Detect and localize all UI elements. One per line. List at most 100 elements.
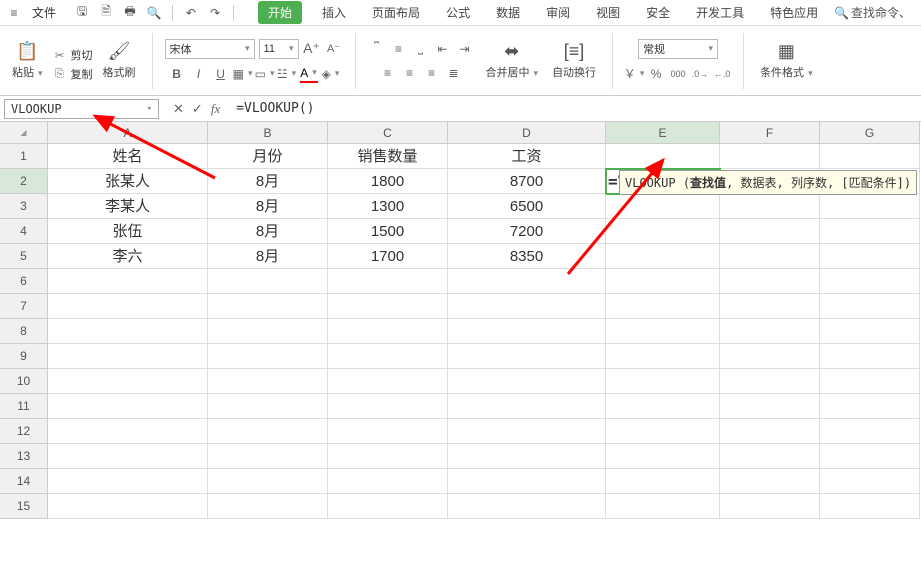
cell[interactable] bbox=[720, 494, 820, 519]
cell[interactable] bbox=[48, 294, 208, 319]
print-preview-icon[interactable]: 🔍 bbox=[146, 5, 162, 21]
name-box[interactable]: VLOOKUP ▾ bbox=[4, 99, 159, 119]
cut-button[interactable]: ✂剪切 bbox=[53, 47, 93, 63]
valign-top-icon[interactable]: ⎴ bbox=[368, 40, 386, 58]
valign-bottom-icon[interactable]: ⎵ bbox=[412, 40, 430, 58]
row-header[interactable]: 6 bbox=[0, 269, 48, 294]
fx-icon[interactable]: fx bbox=[211, 101, 220, 117]
cell[interactable] bbox=[448, 469, 606, 494]
col-header-f[interactable]: F bbox=[720, 122, 820, 144]
decrease-font-icon[interactable]: A⁻ bbox=[325, 40, 343, 58]
highlight-button[interactable]: ☳▾ bbox=[278, 65, 296, 83]
cell[interactable] bbox=[448, 269, 606, 294]
cell[interactable] bbox=[720, 294, 820, 319]
tab-special[interactable]: 特色应用 bbox=[764, 1, 824, 24]
format-painter-button[interactable]: 🖌 格式刷 bbox=[99, 39, 140, 82]
cell[interactable] bbox=[820, 319, 920, 344]
align-left-icon[interactable]: ≡ bbox=[379, 64, 397, 82]
cell[interactable] bbox=[48, 344, 208, 369]
cell[interactable] bbox=[720, 319, 820, 344]
cell[interactable] bbox=[48, 319, 208, 344]
cell[interactable] bbox=[208, 394, 328, 419]
cell[interactable] bbox=[820, 469, 920, 494]
cell[interactable] bbox=[328, 344, 448, 369]
tab-formula[interactable]: 公式 bbox=[440, 1, 476, 24]
merge-center-button[interactable]: ⬌ 合并居中▾ bbox=[482, 39, 543, 82]
row-header[interactable]: 14 bbox=[0, 469, 48, 494]
cell[interactable] bbox=[606, 369, 720, 394]
tab-security[interactable]: 安全 bbox=[640, 1, 676, 24]
cell[interactable] bbox=[820, 394, 920, 419]
align-center-icon[interactable]: ≡ bbox=[401, 64, 419, 82]
cell[interactable] bbox=[208, 494, 328, 519]
tab-review[interactable]: 审阅 bbox=[540, 1, 576, 24]
cell[interactable]: 张伍 bbox=[48, 219, 208, 244]
fill-color-button[interactable]: ▦▾ bbox=[234, 65, 252, 83]
cell[interactable] bbox=[448, 419, 606, 444]
cell[interactable] bbox=[606, 294, 720, 319]
save-as-icon[interactable]: 🗎 bbox=[98, 5, 114, 21]
cell[interactable] bbox=[48, 269, 208, 294]
row-header[interactable]: 2 bbox=[0, 169, 48, 194]
indent-decrease-icon[interactable]: ⇤ bbox=[434, 40, 452, 58]
cell[interactable] bbox=[606, 344, 720, 369]
cell[interactable] bbox=[448, 319, 606, 344]
cell[interactable] bbox=[48, 394, 208, 419]
tab-devtools[interactable]: 开发工具 bbox=[690, 1, 750, 24]
cell[interactable] bbox=[48, 419, 208, 444]
justify-icon[interactable]: ≣ bbox=[445, 64, 463, 82]
cell[interactable] bbox=[820, 219, 920, 244]
select-all-corner[interactable]: ◢ bbox=[0, 122, 48, 144]
row-header[interactable]: 11 bbox=[0, 394, 48, 419]
col-header-d[interactable]: D bbox=[448, 122, 606, 144]
cell[interactable] bbox=[448, 369, 606, 394]
cell[interactable]: 1700 bbox=[328, 244, 448, 269]
cell[interactable]: 1300 bbox=[328, 194, 448, 219]
cell[interactable] bbox=[606, 494, 720, 519]
row-header[interactable]: 5 bbox=[0, 244, 48, 269]
tab-insert[interactable]: 插入 bbox=[316, 1, 352, 24]
cell[interactable]: 8月 bbox=[208, 219, 328, 244]
cell[interactable] bbox=[328, 369, 448, 394]
cell[interactable]: 8月 bbox=[208, 194, 328, 219]
wrap-text-button[interactable]: [≡] 自动换行 bbox=[548, 39, 600, 82]
cell[interactable] bbox=[720, 269, 820, 294]
cell[interactable] bbox=[606, 144, 720, 169]
cell[interactable] bbox=[606, 269, 720, 294]
cell[interactable]: 销售数量 bbox=[328, 144, 448, 169]
indent-increase-icon[interactable]: ⇥ bbox=[456, 40, 474, 58]
cell[interactable] bbox=[328, 294, 448, 319]
tab-layout[interactable]: 页面布局 bbox=[366, 1, 426, 24]
font-name-combo[interactable]: 宋体▾ bbox=[165, 39, 255, 59]
cell[interactable] bbox=[48, 469, 208, 494]
cell[interactable] bbox=[208, 419, 328, 444]
cell[interactable]: 姓名 bbox=[48, 144, 208, 169]
print-icon[interactable]: 🖶 bbox=[122, 5, 138, 21]
cell[interactable] bbox=[720, 369, 820, 394]
cell[interactable] bbox=[328, 469, 448, 494]
cell[interactable]: 李六 bbox=[48, 244, 208, 269]
cell[interactable] bbox=[48, 494, 208, 519]
cell[interactable] bbox=[720, 469, 820, 494]
row-header[interactable]: 12 bbox=[0, 419, 48, 444]
font-size-combo[interactable]: 11▾ bbox=[259, 39, 299, 59]
dropdown-icon[interactable]: ▾ bbox=[147, 104, 152, 114]
tab-start[interactable]: 开始 bbox=[258, 1, 302, 24]
cell[interactable] bbox=[328, 494, 448, 519]
cell[interactable] bbox=[820, 294, 920, 319]
cell[interactable]: 1500 bbox=[328, 219, 448, 244]
cell[interactable] bbox=[720, 194, 820, 219]
cell[interactable] bbox=[720, 394, 820, 419]
cell[interactable] bbox=[720, 219, 820, 244]
cell[interactable] bbox=[208, 444, 328, 469]
cell[interactable] bbox=[448, 394, 606, 419]
redo-icon[interactable]: ↷ bbox=[207, 5, 223, 21]
file-menu[interactable]: 文件 bbox=[26, 4, 62, 21]
cell[interactable] bbox=[48, 369, 208, 394]
copy-button[interactable]: ⎘复制 bbox=[53, 66, 93, 82]
cell[interactable]: 8700 bbox=[448, 169, 606, 194]
cell[interactable] bbox=[208, 319, 328, 344]
row-header[interactable]: 4 bbox=[0, 219, 48, 244]
row-header[interactable]: 15 bbox=[0, 494, 48, 519]
row-header[interactable]: 8 bbox=[0, 319, 48, 344]
